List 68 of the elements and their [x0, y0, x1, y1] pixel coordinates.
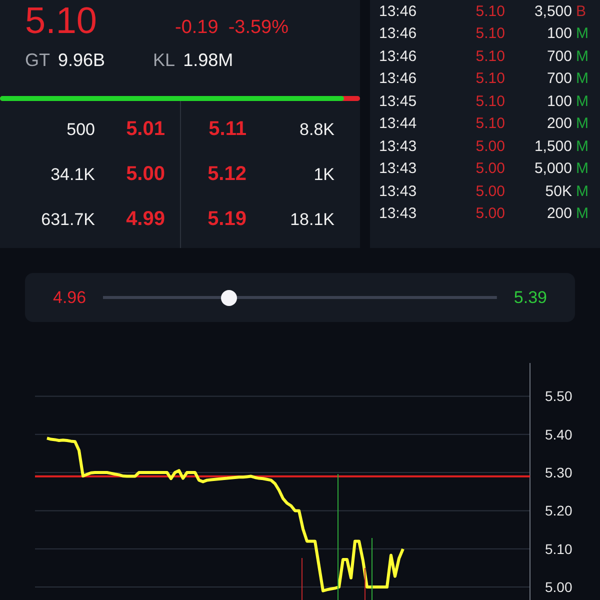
trade-side: B: [575, 2, 588, 20]
trade-price: 5.10: [474, 115, 505, 132]
trade-side: M: [575, 182, 590, 200]
trade-price: 5.10: [474, 92, 505, 110]
ask-volume: 8.8K: [298, 120, 334, 140]
ask-price: 5.12: [206, 163, 246, 186]
trade-side: M: [575, 48, 590, 65]
trade-time: 13:46: [378, 2, 418, 20]
price-change: -0.19: [175, 17, 218, 39]
bid-volume: 631.7K: [40, 210, 95, 230]
y-tick-label: 5.00: [545, 579, 572, 596]
trade-side: M: [575, 138, 590, 155]
trade-price: 5.10: [474, 2, 505, 20]
trade-side: M: [575, 70, 590, 88]
trade-price: 5.10: [474, 70, 505, 88]
range-high: 5.39: [514, 288, 547, 308]
trade-price: 5.00: [474, 138, 505, 155]
ask-price: 5.19: [206, 208, 246, 231]
trade-time: 13:43: [378, 160, 418, 178]
trade-price: 5.10: [474, 25, 505, 42]
trade-price: 5.10: [474, 48, 505, 65]
trade-side: M: [575, 115, 590, 132]
trade-time: 13:43: [378, 138, 418, 155]
trade-volume: 1,500: [533, 138, 572, 155]
stat-value: 1.98M: [183, 50, 234, 71]
trade-volume: 5,000: [533, 160, 572, 178]
y-tick-label: 5.50: [545, 388, 572, 404]
trade-volume: 700: [546, 48, 572, 65]
ask-volume: 1K: [312, 164, 334, 184]
range-low: 4.96: [53, 288, 86, 308]
trade-side: M: [575, 25, 590, 42]
trade-volume: 200: [546, 115, 572, 132]
percent-change: -3.59%: [228, 17, 289, 39]
stat-label: KL: [153, 50, 176, 71]
slider-thumb[interactable]: [221, 290, 238, 306]
trade-time: 13:43: [378, 182, 418, 200]
trade-time: 13:46: [378, 48, 418, 65]
trade-volume: 50K: [544, 182, 572, 200]
trade-time: 13:46: [378, 25, 418, 42]
y-tick-label: 5.40: [545, 426, 572, 442]
ask-price: 5.11: [208, 118, 246, 141]
trade-volume: 700: [546, 70, 572, 88]
trade-time: 13:46: [378, 70, 418, 88]
trade-price: 5.00: [474, 205, 505, 222]
ask-volume: 18.1K: [289, 210, 334, 230]
last-price: 5.10: [25, 0, 98, 42]
trade-volume: 200: [546, 205, 572, 222]
trade-side: M: [575, 160, 590, 178]
trade-volume: 3,500: [533, 2, 572, 20]
bid-price: 5.01: [125, 118, 165, 141]
trade-price: 5.00: [474, 160, 505, 178]
trade-side: M: [575, 92, 590, 110]
trade-price: 5.00: [474, 182, 505, 200]
stat-value: 9.96B: [58, 50, 106, 71]
trade-time: 13:44: [378, 115, 418, 132]
bid-volume: 500: [66, 120, 95, 140]
trade-volume: 100: [546, 92, 572, 110]
trade-time: 13:43: [378, 205, 418, 222]
y-tick-label: 5.30: [545, 464, 572, 481]
bid-price: 4.99: [125, 208, 165, 231]
trade-time: 13:45: [378, 92, 418, 110]
y-tick-label: 5.10: [545, 540, 572, 557]
trade-volume: 100: [546, 25, 572, 42]
trade-side: M: [575, 205, 590, 222]
stat-label: GT: [25, 50, 50, 71]
y-tick-label: 5.20: [545, 502, 572, 519]
bid-price: 5.00: [125, 163, 165, 186]
bid-volume: 34.1K: [50, 164, 95, 184]
